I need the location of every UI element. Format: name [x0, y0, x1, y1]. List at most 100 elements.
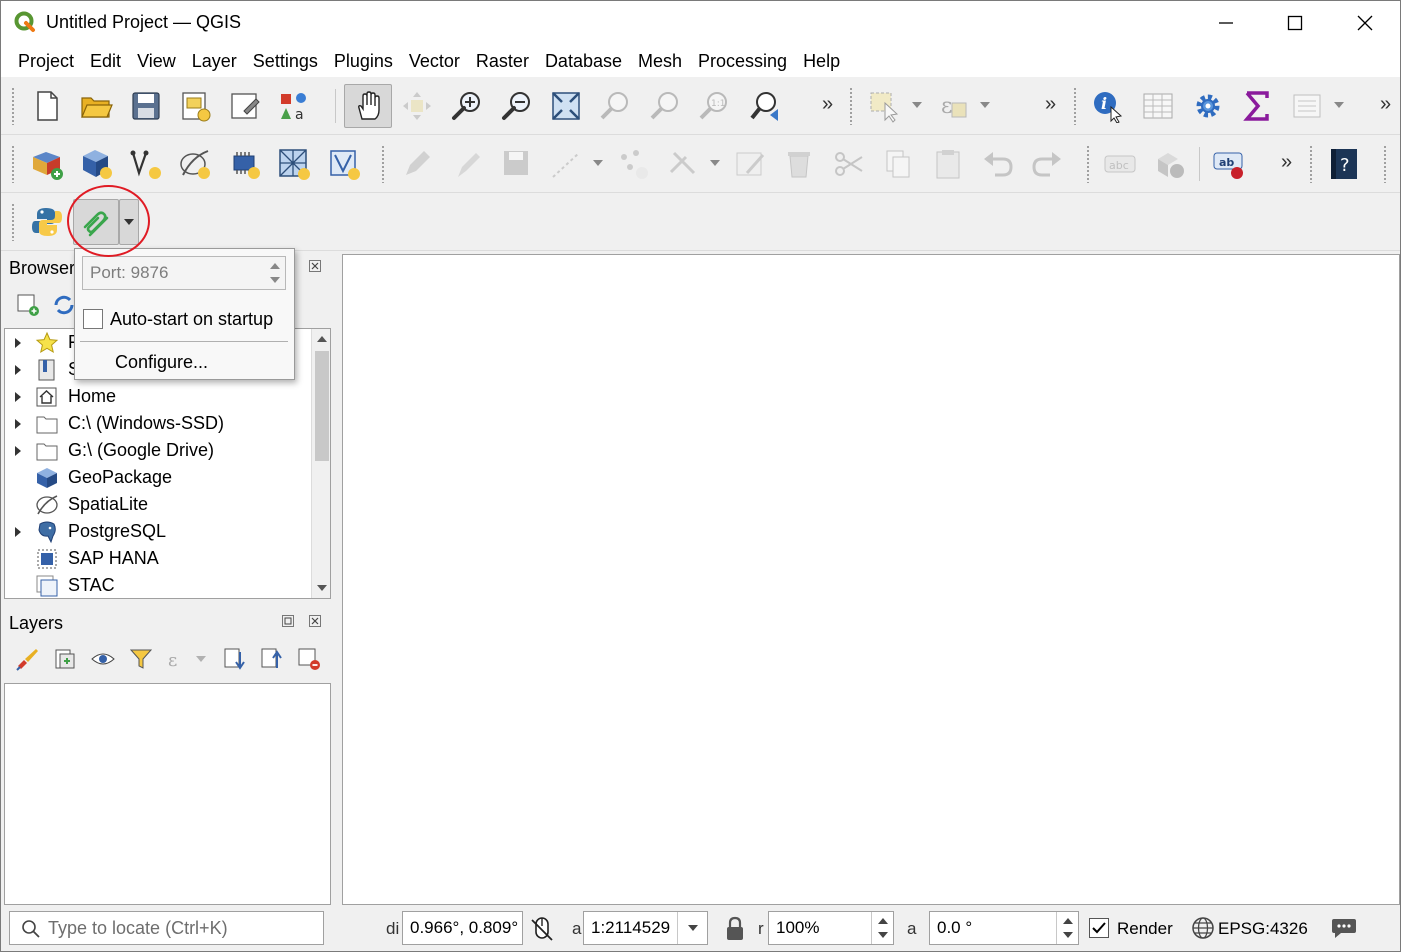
chevron-down-icon[interactable] — [592, 157, 604, 169]
new-shapefile-button[interactable] — [126, 144, 166, 184]
zoom-last-button[interactable] — [745, 86, 785, 126]
zoom-native-button[interactable]: 1:1 — [694, 86, 734, 126]
chevron-right-icon[interactable] — [13, 364, 23, 376]
layout-manager-button[interactable] — [225, 86, 265, 126]
layers-tree[interactable] — [4, 683, 331, 905]
autostart-label[interactable]: Auto-start on startup — [110, 309, 273, 330]
toolbar-grip[interactable] — [381, 145, 385, 183]
delete-selected-button[interactable] — [779, 144, 819, 184]
scrollbar-thumb[interactable] — [315, 351, 329, 461]
chevron-down-icon[interactable] — [877, 931, 889, 939]
toolbar-grip[interactable] — [849, 87, 853, 125]
save-project-button[interactable] — [126, 86, 166, 126]
chevron-down-icon[interactable] — [1333, 99, 1345, 111]
chevron-down-icon[interactable] — [269, 276, 281, 284]
tree-item-home[interactable]: Home — [5, 383, 310, 410]
tree-item-spatialite[interactable]: SpatiaLite — [5, 491, 310, 518]
autostart-checkbox[interactable] — [83, 309, 103, 329]
toolbar-grip[interactable] — [11, 145, 15, 183]
zoom-in-button[interactable] — [447, 86, 487, 126]
new-print-layout-button[interactable] — [175, 86, 215, 126]
chevron-down-icon[interactable] — [911, 99, 923, 111]
undo-button[interactable] — [978, 144, 1018, 184]
magnifier-spin[interactable] — [871, 912, 893, 944]
map-canvas[interactable] — [342, 254, 1400, 905]
maximize-button[interactable] — [1260, 1, 1330, 45]
save-edits-button[interactable] — [497, 144, 537, 184]
menu-settings[interactable]: Settings — [245, 46, 326, 76]
chevron-up-icon[interactable] — [269, 262, 281, 270]
close-button[interactable] — [1330, 1, 1400, 45]
manage-visibility-button[interactable] — [90, 646, 116, 672]
toolbox-button[interactable] — [1287, 86, 1327, 126]
new-virtual-layer-button[interactable] — [225, 144, 265, 184]
scale-dropdown[interactable] — [677, 912, 707, 944]
redo-button[interactable] — [1027, 144, 1067, 184]
configure-menu-item[interactable]: Configure... — [115, 352, 208, 373]
add-group-button[interactable] — [52, 646, 78, 672]
label-button[interactable]: abc — [1100, 144, 1140, 184]
current-edits-button[interactable] — [397, 144, 437, 184]
select-features-button[interactable] — [864, 86, 904, 126]
render-checkbox[interactable] — [1089, 918, 1109, 938]
refresh-button[interactable] — [52, 293, 76, 317]
label-toolbar-button[interactable]: ab — [1208, 144, 1248, 184]
chevron-down-icon[interactable] — [709, 157, 721, 169]
cut-features-button[interactable] — [829, 144, 869, 184]
rotation-spin[interactable] — [1056, 912, 1078, 944]
chevron-down-icon[interactable] — [316, 584, 328, 592]
zoom-to-selection-button[interactable] — [595, 86, 635, 126]
toolbar-grip[interactable] — [1309, 145, 1313, 183]
toolbar-grip[interactable] — [11, 203, 15, 241]
filter-legend-button[interactable] — [128, 646, 154, 672]
expand-all-button[interactable] — [222, 646, 248, 672]
plugin-server-dropdown-button[interactable] — [119, 199, 139, 245]
new-project-button[interactable] — [27, 86, 67, 126]
statistics-button[interactable] — [1237, 86, 1277, 126]
layers-close-button[interactable] — [307, 613, 323, 629]
globe-icon[interactable] — [1191, 916, 1215, 940]
menu-vector[interactable]: Vector — [401, 46, 468, 76]
render-label[interactable]: Render — [1117, 919, 1173, 939]
new-mesh-button[interactable] — [274, 144, 314, 184]
vertex-tool-button[interactable] — [613, 144, 653, 184]
new-vertex-button[interactable] — [324, 144, 364, 184]
python-console-button[interactable] — [27, 202, 67, 242]
new-geopackage-button[interactable] — [76, 144, 116, 184]
settings-gear-button[interactable] — [1188, 86, 1228, 126]
rotation-field[interactable]: 0.0 ° — [929, 911, 1079, 945]
help-button[interactable]: ? — [1323, 144, 1363, 184]
chevron-right-icon[interactable] — [13, 337, 23, 349]
zoom-out-button[interactable] — [497, 86, 537, 126]
tree-item-geopackage[interactable]: GeoPackage — [5, 464, 310, 491]
diagram-button[interactable] — [1150, 144, 1190, 184]
menu-layer[interactable]: Layer — [184, 46, 245, 76]
locator-input[interactable] — [48, 912, 318, 944]
tree-item-g-drive[interactable]: G:\ (Google Drive) — [5, 437, 310, 464]
menu-view[interactable]: View — [129, 46, 184, 76]
magnifier-field[interactable]: 100% — [768, 911, 894, 945]
copy-features-button[interactable] — [878, 144, 918, 184]
open-project-button[interactable] — [76, 86, 116, 126]
remove-layer-button[interactable] — [296, 646, 322, 672]
toolbar-grip[interactable] — [1086, 145, 1090, 183]
browser-scrollbar[interactable] — [311, 329, 330, 598]
collapse-all-button[interactable] — [259, 646, 285, 672]
identify-button[interactable]: i — [1088, 86, 1128, 126]
digitize-button[interactable] — [546, 144, 586, 184]
tree-item-stac[interactable]: STAC — [5, 572, 310, 598]
scale-field[interactable]: 1:2114529 — [583, 911, 708, 945]
chevron-up-icon[interactable] — [1062, 917, 1074, 925]
menu-mesh[interactable]: Mesh — [630, 46, 690, 76]
port-spin-buttons[interactable] — [265, 257, 285, 289]
chevron-up-icon[interactable] — [877, 917, 889, 925]
messages-icon[interactable] — [1331, 916, 1357, 940]
menu-help[interactable]: Help — [795, 46, 848, 76]
minimize-button[interactable] — [1191, 1, 1261, 45]
toolbar-grip[interactable] — [11, 87, 15, 125]
tree-item-c-drive[interactable]: C:\ (Windows-SSD) — [5, 410, 310, 437]
port-spinbox[interactable] — [82, 256, 286, 290]
layer-styling-button[interactable] — [14, 646, 40, 672]
zoom-to-layer-button[interactable] — [645, 86, 685, 126]
chevron-down-icon[interactable] — [1062, 931, 1074, 939]
